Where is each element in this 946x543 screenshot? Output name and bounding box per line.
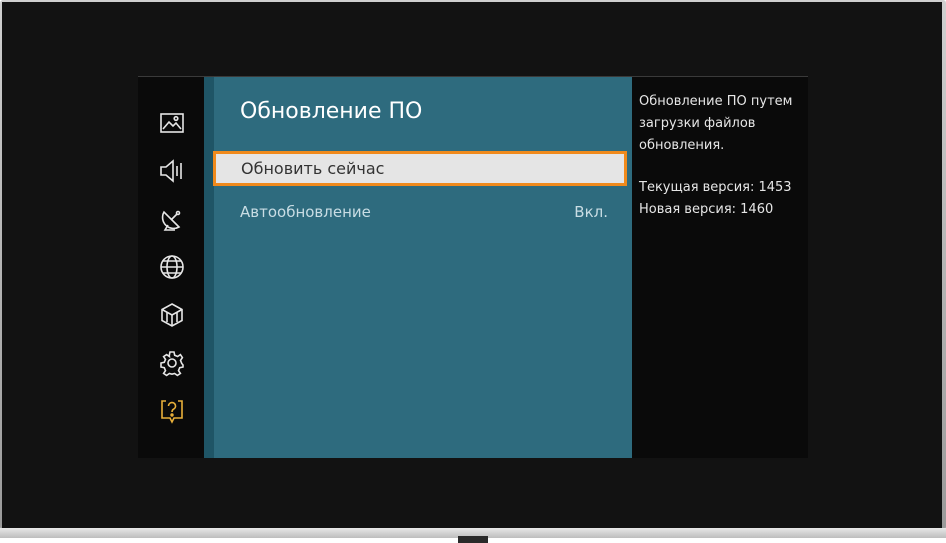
category-sidebar [138,77,204,458]
software-update-panel [204,77,632,458]
info-panel: Обновление ПО путем загрузки файлов обно… [639,91,804,221]
system-icon[interactable] [158,301,186,329]
support-icon[interactable] [158,397,186,425]
picture-icon[interactable] [158,109,186,137]
auto-update-item[interactable]: Автообновление Вкл. [240,200,608,224]
broadcast-icon[interactable] [158,205,186,233]
settings-icon[interactable] [158,349,186,377]
update-now-item[interactable]: Обновить сейчас [213,151,627,186]
auto-update-value: Вкл. [574,203,608,221]
current-version: Текущая версия: 1453 [639,180,792,195]
update-now-label: Обновить сейчас [241,159,385,178]
new-version: Новая версия: 1460 [639,202,774,217]
tv-stand [458,536,488,543]
panel-edge [204,77,214,458]
sound-icon[interactable] [158,157,186,185]
auto-update-label: Автообновление [240,203,371,221]
network-icon[interactable] [158,253,186,281]
info-description: Обновление ПО путем загрузки файлов обно… [639,94,793,153]
panel-title: Обновление ПО [240,99,423,124]
